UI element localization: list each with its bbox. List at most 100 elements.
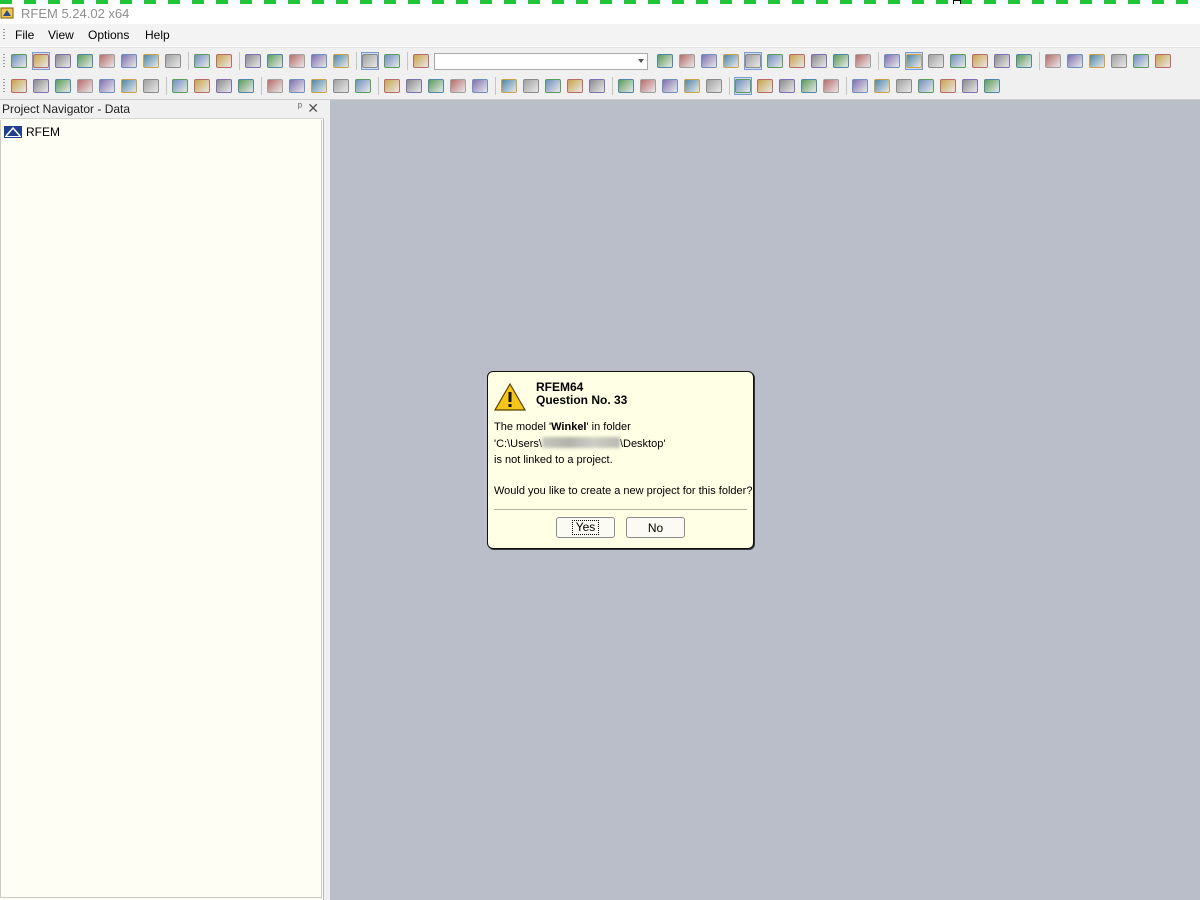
table-layout-button[interactable] xyxy=(983,77,1001,95)
menu-view[interactable]: View xyxy=(48,28,74,42)
polyline-button[interactable] xyxy=(76,77,94,95)
notepad-button[interactable] xyxy=(120,52,138,70)
hinge-end-button[interactable] xyxy=(215,77,233,95)
section-profile-button[interactable] xyxy=(120,77,138,95)
settings-button[interactable] xyxy=(1132,52,1150,70)
toolbar-grip[interactable] xyxy=(3,79,5,93)
zoom-in-button[interactable] xyxy=(522,77,540,95)
rotate-x-button[interactable] xyxy=(617,77,635,95)
save-button[interactable] xyxy=(98,52,116,70)
surface-button[interactable] xyxy=(288,77,306,95)
calculation-button[interactable] xyxy=(449,77,467,95)
rotate-button[interactable] xyxy=(949,52,967,70)
generate-load-button[interactable] xyxy=(405,77,423,95)
measure-button[interactable] xyxy=(993,52,1011,70)
layout-button[interactable] xyxy=(961,77,979,95)
solid-button[interactable] xyxy=(310,77,328,95)
surface-display-button[interactable] xyxy=(873,77,891,95)
result-diagram-button[interactable] xyxy=(810,52,828,70)
yes-button[interactable]: Yes xyxy=(556,517,615,538)
close-icon[interactable]: ✕ xyxy=(307,100,319,117)
symmetry-button[interactable] xyxy=(1066,52,1084,70)
intersect-button[interactable] xyxy=(1088,52,1106,70)
save-all-button[interactable] xyxy=(76,52,94,70)
view-3d-button[interactable] xyxy=(905,52,923,70)
open-project-button[interactable] xyxy=(54,52,72,70)
table-toggle-button[interactable] xyxy=(383,52,401,70)
axis-x-button[interactable] xyxy=(683,77,701,95)
transparency-button[interactable] xyxy=(822,77,840,95)
grid-button[interactable] xyxy=(854,52,872,70)
results-button[interactable] xyxy=(471,77,489,95)
line-icon xyxy=(33,79,49,93)
action-combo-button[interactable] xyxy=(427,77,445,95)
rotate-y-button[interactable] xyxy=(639,77,657,95)
zoom-window-button[interactable] xyxy=(500,77,518,95)
print-preview-button[interactable] xyxy=(164,52,182,70)
table-window-button[interactable] xyxy=(310,52,328,70)
edit-pencil-button[interactable] xyxy=(244,52,262,70)
workspace-area[interactable] xyxy=(330,100,1200,900)
member-button[interactable] xyxy=(54,77,72,95)
view-front-button[interactable] xyxy=(588,77,606,95)
undo-button[interactable] xyxy=(193,52,211,70)
solid-render-button[interactable] xyxy=(800,77,818,95)
render-button[interactable] xyxy=(1154,52,1172,70)
grid-display-button[interactable] xyxy=(939,77,957,95)
show-results-button[interactable] xyxy=(700,52,718,70)
support-line-button[interactable] xyxy=(193,77,211,95)
filter-button[interactable] xyxy=(705,77,723,95)
toolbar-grip[interactable] xyxy=(3,54,5,68)
section-button[interactable] xyxy=(832,52,850,70)
load-node-button[interactable] xyxy=(237,77,255,95)
combination-button[interactable] xyxy=(383,77,401,95)
print-button[interactable] xyxy=(142,52,160,70)
snap-button[interactable] xyxy=(883,52,901,70)
load-member-button[interactable] xyxy=(266,77,284,95)
select-button[interactable] xyxy=(734,77,752,95)
wireframe-button[interactable] xyxy=(778,77,796,95)
menu-help[interactable]: Help xyxy=(145,28,170,42)
tree-item-rfem[interactable]: RFEM xyxy=(4,124,60,140)
values-button[interactable] xyxy=(722,52,740,70)
line-button[interactable] xyxy=(32,77,50,95)
support-button[interactable] xyxy=(1044,52,1062,70)
results-values-button[interactable] xyxy=(766,52,784,70)
opening-button[interactable] xyxy=(332,77,350,95)
load-case-select[interactable] xyxy=(434,52,648,70)
member-display-button[interactable] xyxy=(851,77,869,95)
previous-button[interactable] xyxy=(656,52,674,70)
color-scale-button[interactable] xyxy=(895,77,913,95)
search-model-button[interactable] xyxy=(266,52,284,70)
load-display-button[interactable] xyxy=(917,77,935,95)
menu-file[interactable]: File xyxy=(15,28,34,42)
open-folder-button[interactable] xyxy=(32,52,50,70)
pin-icon[interactable]: ᵖ xyxy=(298,101,302,113)
view-iso-button[interactable] xyxy=(566,77,584,95)
no-button[interactable]: No xyxy=(626,517,685,538)
zoom-out-button[interactable] xyxy=(544,77,562,95)
display-eye-button[interactable] xyxy=(744,52,762,70)
rotate-z-button[interactable] xyxy=(661,77,679,95)
load-case-manager-button[interactable] xyxy=(354,77,372,95)
hinge-button[interactable] xyxy=(1110,52,1128,70)
zoom-all-button[interactable] xyxy=(288,52,306,70)
rfem-app-icon[interactable] xyxy=(0,6,14,20)
menu-options[interactable]: Options xyxy=(88,28,129,42)
redo-button[interactable] xyxy=(215,52,233,70)
node-button[interactable] xyxy=(10,77,28,95)
navigator-toggle-button[interactable] xyxy=(361,52,379,70)
mirror-button[interactable] xyxy=(971,52,989,70)
window-arrange-button[interactable] xyxy=(332,52,350,70)
move-button[interactable] xyxy=(927,52,945,70)
load-case-button[interactable] xyxy=(412,52,430,70)
support-node-button[interactable] xyxy=(171,77,189,95)
next-button[interactable] xyxy=(678,52,696,70)
menu-grip[interactable] xyxy=(3,29,5,41)
material-button[interactable] xyxy=(98,77,116,95)
visibility-button[interactable] xyxy=(756,77,774,95)
deform-button[interactable] xyxy=(788,52,806,70)
thickness-button[interactable] xyxy=(142,77,160,95)
line-tools-button[interactable] xyxy=(1015,52,1033,70)
new-file-button[interactable] xyxy=(10,52,28,70)
